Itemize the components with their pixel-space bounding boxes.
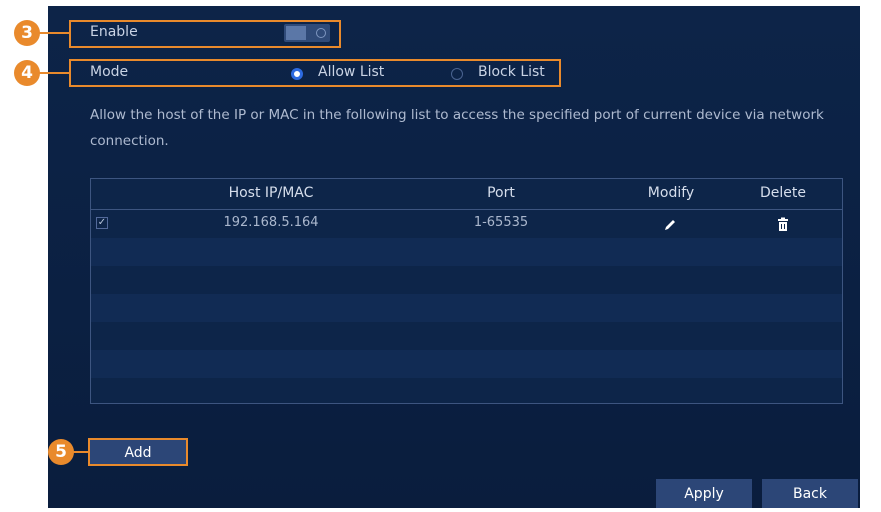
trash-icon[interactable] [776,217,790,233]
callout-connector-3 [39,32,69,34]
callout-connector-4 [39,72,69,74]
column-header-host: Host IP/MAC [228,185,314,201]
empty-table-row [91,294,842,322]
column-header-delete: Delete [760,185,806,201]
empty-table-row [91,238,842,266]
access-list-table: Host IP/MAC Port Modify Delete ✓ 192.168… [90,178,843,404]
callout-badge-3: 3 [14,20,40,46]
callout-box-add [88,438,188,466]
row-checkbox[interactable]: ✓ [96,217,108,229]
empty-table-row [91,378,842,403]
column-header-modify: Modify [647,185,695,201]
back-button[interactable]: Back [762,479,858,508]
pencil-icon[interactable] [662,217,678,233]
callout-connector-5 [73,451,88,453]
apply-button[interactable]: Apply [656,479,752,508]
empty-table-row [91,350,842,378]
port-cell: 1-65535 [473,215,529,230]
empty-table-row [91,322,842,350]
callout-badge-4: 4 [14,60,40,86]
host-cell: 192.168.5.164 [223,215,319,230]
description-text: Allow the host of the IP or MAC in the f… [90,107,824,149]
callout-badge-5: 5 [48,439,74,465]
callout-box-enable [69,20,341,48]
empty-table-row [91,266,842,294]
column-header-port: Port [487,185,515,201]
callout-box-mode [69,59,561,87]
table-header: Host IP/MAC Port Modify Delete [91,179,842,210]
screenshot-stage: Enable Mode Allow List Block List Allow … [0,0,881,512]
table-row: ✓ 192.168.5.164 1-65535 [91,210,842,238]
